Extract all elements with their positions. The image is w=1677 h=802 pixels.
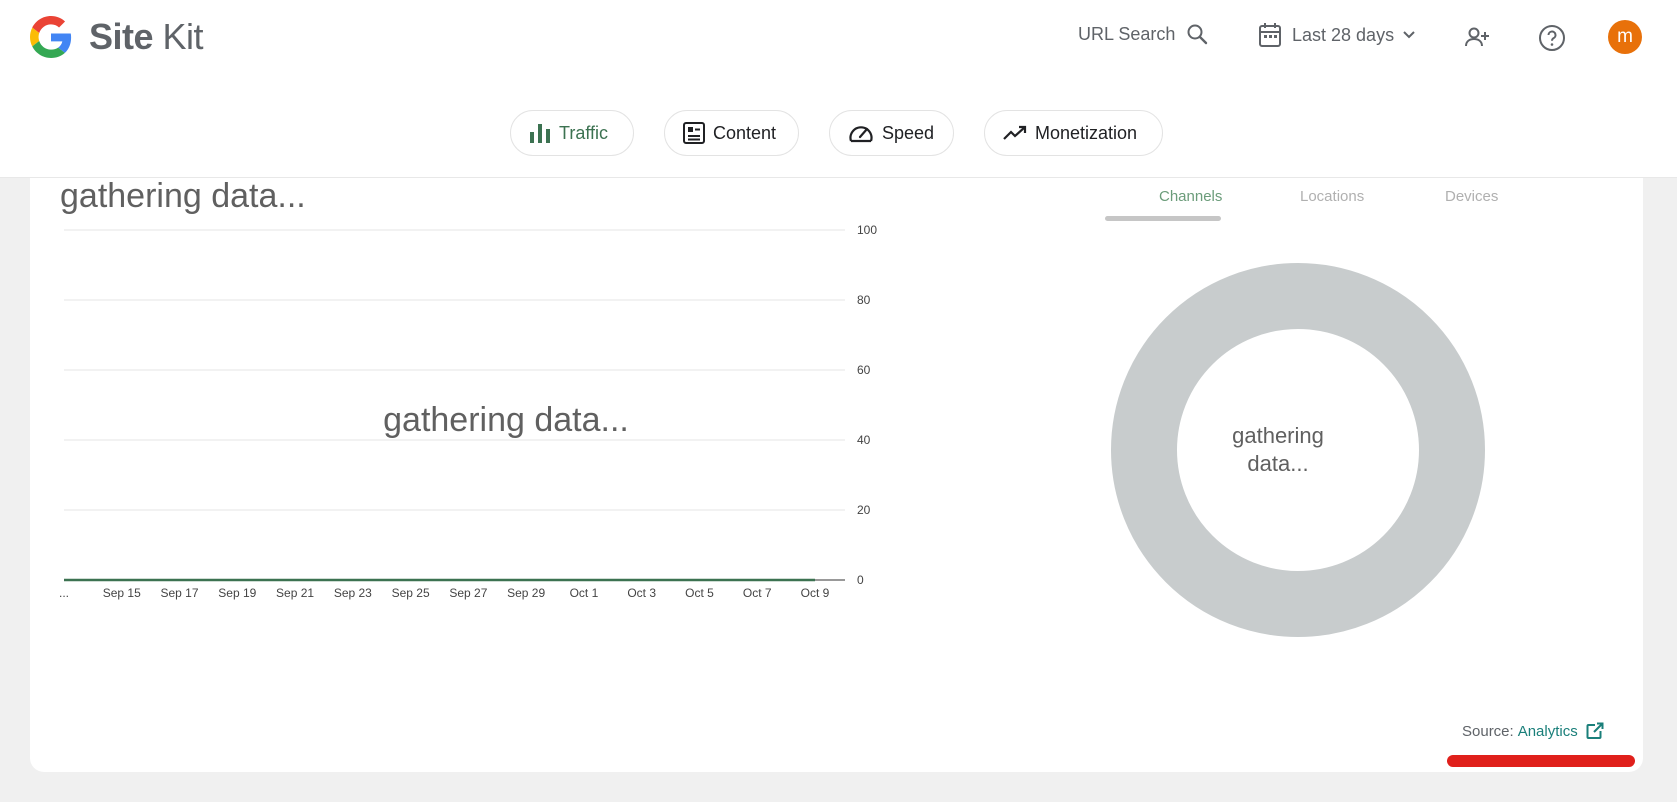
- y-tick-label: 0: [857, 573, 864, 587]
- chip-monetization[interactable]: Monetization: [984, 110, 1163, 156]
- x-tick-label: ...: [59, 586, 69, 600]
- x-tick-label: Oct 7: [743, 586, 772, 600]
- donut-label-line2: data...: [1247, 451, 1309, 476]
- x-tick-label: Sep 27: [449, 586, 487, 600]
- y-tick-label: 80: [857, 293, 871, 307]
- donut-center-label: gathering data...: [1178, 422, 1378, 478]
- x-tick-label: Oct 5: [685, 586, 714, 600]
- content-icon: [683, 122, 705, 144]
- dashboard-nav: Traffic Content Speed Monetization: [0, 110, 1677, 158]
- chip-speed[interactable]: Speed: [829, 110, 954, 156]
- y-tick-label: 40: [857, 433, 871, 447]
- tab-locations[interactable]: Locations: [1300, 188, 1364, 205]
- highlight-marker: [1447, 755, 1635, 767]
- site-kit-logo[interactable]: Site Kit: [30, 16, 204, 58]
- chart-gathering-overlay: gathering data...: [383, 401, 629, 439]
- x-tick-label: Sep 25: [392, 586, 430, 600]
- traffic-card: gathering data... 0 20 40 60 80 100... Sep 15 S…: [30, 150, 1643, 772]
- tab-devices[interactable]: Devices: [1445, 188, 1498, 205]
- chip-traffic[interactable]: Traffic: [510, 110, 634, 156]
- logo-text: Site Kit: [89, 16, 204, 57]
- donut-label-line1: gathering: [1232, 423, 1324, 448]
- tab-channels[interactable]: Channels: [1159, 188, 1222, 205]
- speedometer-icon: [849, 126, 873, 143]
- x-tick-label: Sep 17: [161, 586, 199, 600]
- chip-speed-label: Speed: [882, 122, 935, 143]
- date-range-selector[interactable]: Last 28 days: [1258, 22, 1416, 48]
- trending-up-icon: [1003, 125, 1027, 140]
- search-icon: [1187, 24, 1208, 45]
- x-tick-label: Oct 1: [570, 586, 599, 600]
- site-header: Site Kit URL Search Last 28 days m Traff…: [0, 0, 1677, 178]
- x-tick-label: Sep 23: [334, 586, 372, 600]
- add-user-icon: [1465, 27, 1489, 47]
- traffic-line-chart: 0 20 40 60 80 100... Sep 15 Sep 17 Sep 19 Sep 21 S…: [59, 223, 877, 600]
- chip-content-label: Content: [713, 122, 777, 143]
- y-tick-label: 20: [857, 503, 871, 517]
- analytics-source-link[interactable]: Analytics: [1518, 723, 1578, 740]
- dimension-tabs: Channels Locations Devices: [1105, 188, 1525, 238]
- bar-chart-icon: [530, 124, 550, 143]
- date-range-label: Last 28 days: [1292, 24, 1395, 45]
- y-tick-label: 100: [857, 223, 877, 237]
- help-icon: [1539, 25, 1565, 51]
- chip-traffic-label: Traffic: [559, 122, 609, 143]
- active-tab-indicator: [1105, 216, 1221, 221]
- x-tick-label: Oct 3: [627, 586, 656, 600]
- external-link-icon[interactable]: [1586, 722, 1604, 740]
- add-user-button[interactable]: [1459, 20, 1495, 56]
- help-button[interactable]: [1534, 20, 1570, 56]
- x-tick-label: Sep 15: [103, 586, 141, 600]
- chip-content[interactable]: Content: [664, 110, 799, 156]
- source-attribution: Source: Analytics: [1462, 722, 1604, 740]
- source-label: Source:: [1462, 722, 1514, 740]
- chevron-down-icon: [1403, 31, 1415, 39]
- google-g-icon: [30, 16, 72, 58]
- calendar-icon: [1259, 23, 1281, 47]
- x-tick-label: Sep 21: [276, 586, 314, 600]
- chip-monetization-label: Monetization: [1035, 122, 1138, 143]
- x-tick-label: Oct 9: [801, 586, 830, 600]
- url-search-button[interactable]: URL Search: [1078, 22, 1209, 46]
- url-search-label: URL Search: [1078, 23, 1176, 44]
- avatar[interactable]: m: [1608, 20, 1642, 54]
- x-tick-label: Sep 29: [507, 586, 545, 600]
- y-tick-label: 60: [857, 363, 871, 377]
- x-tick-label: Sep 19: [218, 586, 256, 600]
